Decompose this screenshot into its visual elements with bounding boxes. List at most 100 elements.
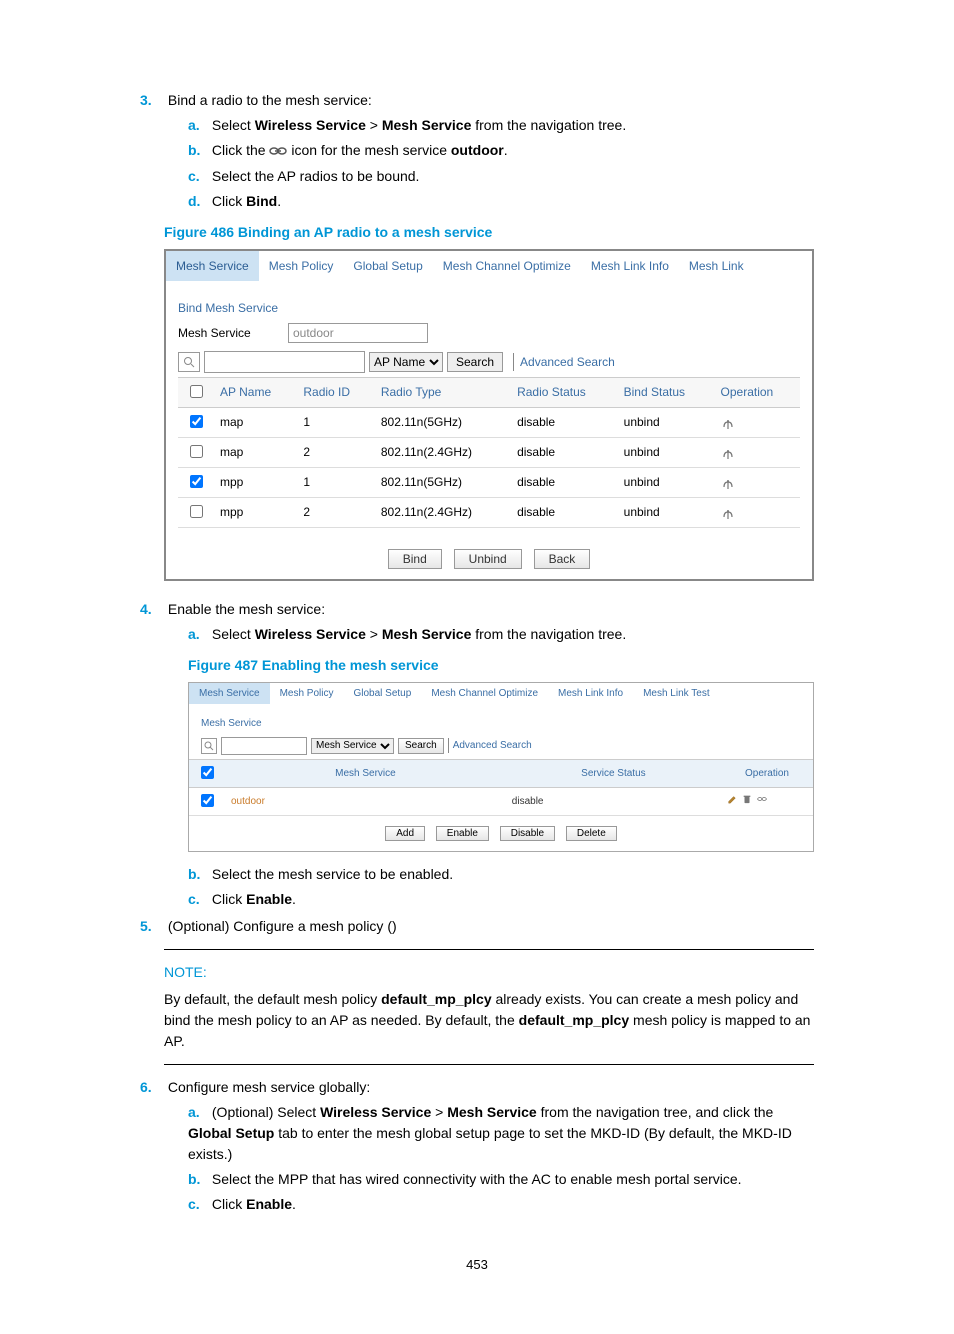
operation-cell xyxy=(721,787,813,815)
operation-cell xyxy=(715,497,800,527)
search-icon[interactable] xyxy=(178,352,200,372)
col-mesh-service: Mesh Service xyxy=(225,759,506,787)
col-operation: Operation xyxy=(721,759,813,787)
operation-cell xyxy=(715,467,800,497)
search-button[interactable]: Search xyxy=(398,738,444,754)
col-service-status: Service Status xyxy=(506,759,721,787)
mesh-service-row: Mesh Service xyxy=(178,323,812,343)
tab-mesh-channel-optimize[interactable]: Mesh Channel Optimize xyxy=(421,683,548,704)
select-all-checkbox[interactable] xyxy=(190,385,203,398)
step-4: 4. Enable the mesh service: a. Select Wi… xyxy=(140,599,814,645)
step-6-substeps: a. (Optional) Select Wireless Service > … xyxy=(140,1102,814,1215)
link-icon[interactable] xyxy=(757,796,769,807)
step-3: 3. Bind a radio to the mesh service: a. … xyxy=(140,90,814,212)
ap-name: map xyxy=(214,407,297,437)
step-6c: c. Click Enable. xyxy=(188,1194,814,1215)
fig487-search: Mesh Service Search Advanced Search xyxy=(201,737,813,755)
page-number: 453 xyxy=(140,1255,814,1275)
search-input[interactable] xyxy=(221,737,307,755)
tab-mesh-service[interactable]: Mesh Service xyxy=(189,683,270,704)
tab-mesh-policy[interactable]: Mesh Policy xyxy=(270,683,344,704)
search-input[interactable] xyxy=(204,351,365,373)
operation-cell xyxy=(715,437,800,467)
search-field-select[interactable]: Mesh Service xyxy=(311,738,394,754)
fig487-buttons: Add Enable Disable Delete xyxy=(189,826,813,841)
antenna-icon[interactable] xyxy=(721,505,735,519)
radio-type: 802.11n(5GHz) xyxy=(375,407,511,437)
note-divider-bottom xyxy=(164,1064,814,1065)
radio-type: 802.11n(2.4GHz) xyxy=(375,497,511,527)
step-4b: b. Select the mesh service to be enabled… xyxy=(188,864,814,885)
operation-cell xyxy=(715,407,800,437)
advanced-search-link[interactable]: Advanced Search xyxy=(448,738,532,753)
antenna-icon[interactable] xyxy=(721,445,735,459)
tab-global-setup[interactable]: Global Setup xyxy=(343,683,421,704)
radio-id: 2 xyxy=(297,497,374,527)
disable-button[interactable]: Disable xyxy=(500,826,555,841)
search-bar: AP Name Search Advanced Search xyxy=(178,351,812,373)
advanced-search-link[interactable]: Advanced Search xyxy=(513,353,615,371)
figure-486: Mesh Service Mesh Policy Global Setup Me… xyxy=(164,249,814,581)
step-num: 3. xyxy=(140,90,164,111)
note-body: By default, the default mesh policy defa… xyxy=(164,989,814,1052)
tab-mesh-link-info[interactable]: Mesh Link Info xyxy=(581,251,679,281)
edit-icon[interactable] xyxy=(727,796,739,807)
bind-status: unbind xyxy=(618,467,715,497)
row-checkbox[interactable] xyxy=(190,475,203,488)
enable-button[interactable]: Enable xyxy=(436,826,489,841)
mesh-service-name[interactable]: outdoor xyxy=(231,796,265,807)
ap-radio-table: AP Name Radio ID Radio Type Radio Status… xyxy=(178,377,800,528)
row-checkbox[interactable] xyxy=(190,415,203,428)
note-divider-top xyxy=(164,949,814,950)
mesh-service-table: Mesh Service Service Status Operation ou… xyxy=(189,759,813,816)
table-row: outdoor disable xyxy=(189,787,813,815)
table-row: map2802.11n(2.4GHz)disableunbind xyxy=(178,437,800,467)
row-checkbox[interactable] xyxy=(190,505,203,518)
unbind-button[interactable]: Unbind xyxy=(454,549,522,569)
step-5: 5. (Optional) Configure a mesh policy () xyxy=(140,916,814,937)
step-4c: c. Click Enable. xyxy=(188,889,814,910)
fig487-section: Mesh Service xyxy=(201,716,813,731)
col-bindstatus: Bind Status xyxy=(618,377,715,407)
radio-id: 1 xyxy=(297,467,374,497)
delete-button[interactable]: Delete xyxy=(566,826,617,841)
fig486-tabs: Mesh Service Mesh Policy Global Setup Me… xyxy=(166,251,812,281)
delete-icon[interactable] xyxy=(742,796,754,807)
radio-status: disable xyxy=(511,497,618,527)
tab-global-setup[interactable]: Global Setup xyxy=(343,251,432,281)
col-apname: AP Name xyxy=(214,377,297,407)
col-check xyxy=(178,377,214,407)
step-num: 5. xyxy=(140,916,164,937)
back-button[interactable]: Back xyxy=(534,549,591,569)
tab-mesh-channel-optimize[interactable]: Mesh Channel Optimize xyxy=(433,251,581,281)
tab-mesh-link-info[interactable]: Mesh Link Info xyxy=(548,683,633,704)
add-button[interactable]: Add xyxy=(385,826,425,841)
antenna-icon[interactable] xyxy=(721,475,735,489)
mesh-service-label: Mesh Service xyxy=(178,324,288,342)
bind-button[interactable]: Bind xyxy=(388,549,442,569)
ap-name: map xyxy=(214,437,297,467)
mesh-service-input xyxy=(288,323,428,343)
radio-id: 2 xyxy=(297,437,374,467)
col-operation: Operation xyxy=(715,377,800,407)
step-3c: c. Select the AP radios to be bound. xyxy=(188,166,814,187)
figure-487-caption: Figure 487 Enabling the mesh service xyxy=(188,655,814,676)
tab-mesh-link[interactable]: Mesh Link xyxy=(679,251,754,281)
row-checkbox[interactable] xyxy=(201,794,214,807)
search-icon[interactable] xyxy=(201,738,217,754)
step-4-continued: b. Select the mesh service to be enabled… xyxy=(140,864,814,910)
search-button[interactable]: Search xyxy=(447,352,503,372)
tab-mesh-service[interactable]: Mesh Service xyxy=(166,251,259,281)
select-all-checkbox[interactable] xyxy=(201,766,214,779)
search-field-select[interactable]: AP Name xyxy=(369,352,443,372)
tab-mesh-link-test[interactable]: Mesh Link Test xyxy=(633,683,720,704)
table-row: map1802.11n(5GHz)disableunbind xyxy=(178,407,800,437)
antenna-icon[interactable] xyxy=(721,415,735,429)
radio-status: disable xyxy=(511,407,618,437)
tab-mesh-policy[interactable]: Mesh Policy xyxy=(259,251,344,281)
step-title: Configure mesh service globally: xyxy=(168,1079,370,1095)
row-checkbox[interactable] xyxy=(190,445,203,458)
radio-status: disable xyxy=(511,467,618,497)
radio-type: 802.11n(2.4GHz) xyxy=(375,437,511,467)
bind-status: unbind xyxy=(618,497,715,527)
